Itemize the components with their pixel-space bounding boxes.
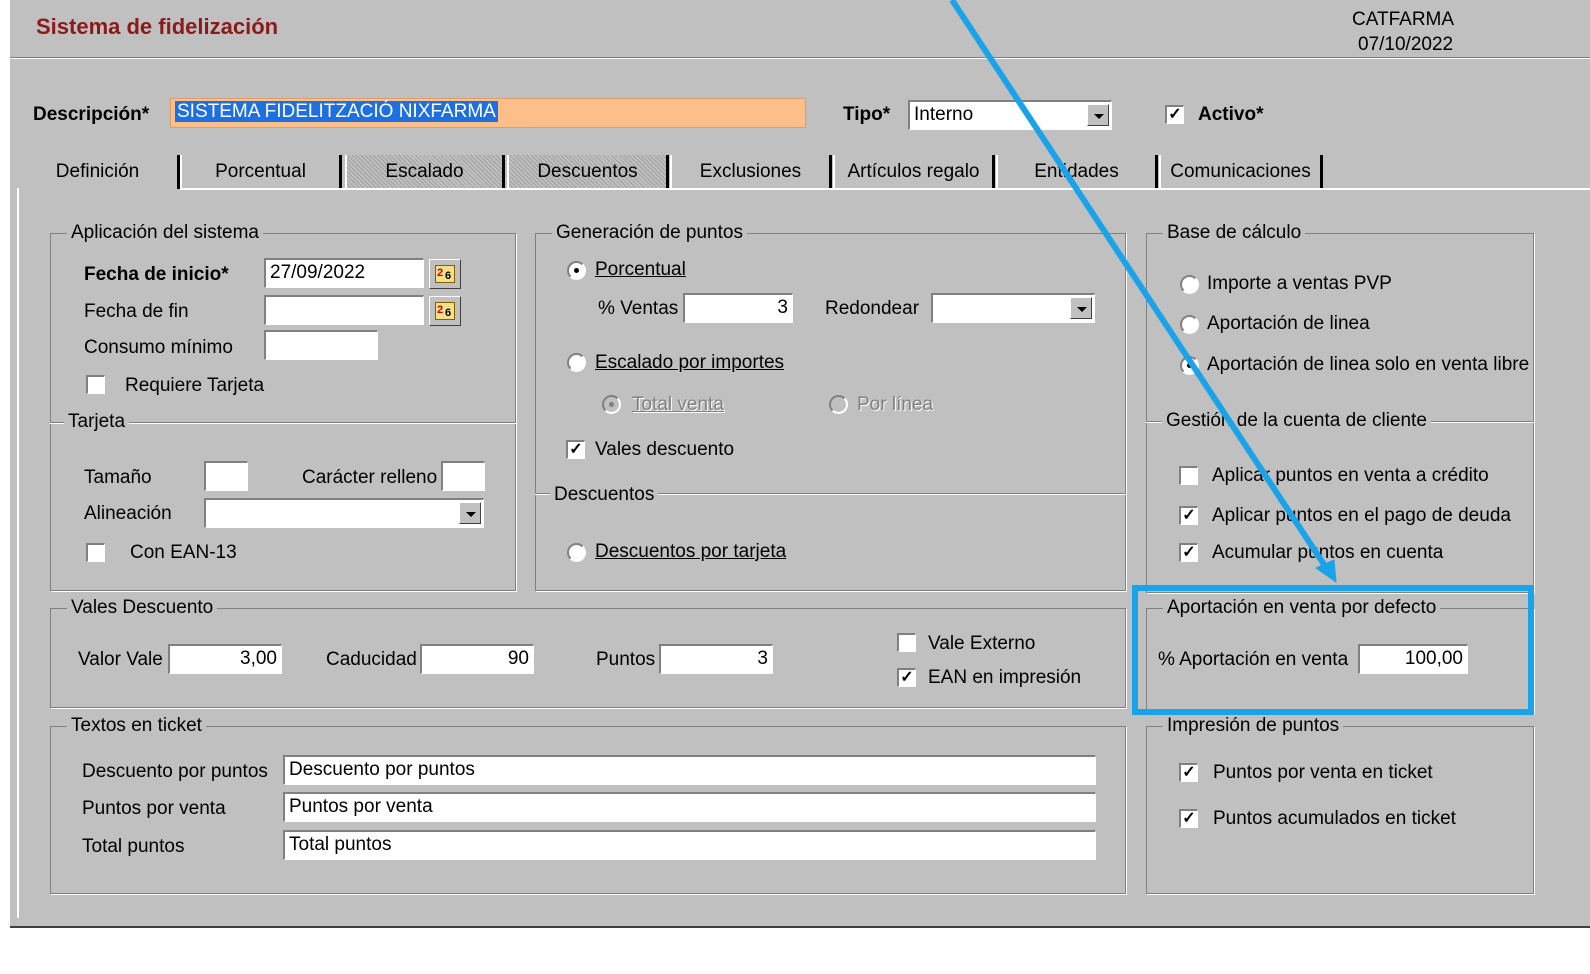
annotation-overlay	[949, 0, 1534, 715]
annotation-highlight-box	[1132, 585, 1534, 715]
annotation-arrow-head	[1314, 559, 1337, 584]
annotation-arrow-line	[949, 0, 1328, 568]
